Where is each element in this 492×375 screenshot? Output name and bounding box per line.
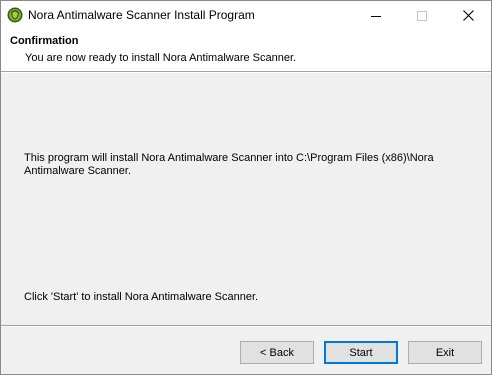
green-shield-icon xyxy=(7,7,23,23)
page-title: Confirmation xyxy=(10,35,79,47)
installer-window: Nora Antimalware Scanner Install Program… xyxy=(0,0,492,375)
minimize-button[interactable] xyxy=(353,1,399,30)
back-button[interactable]: < Back xyxy=(240,341,314,364)
footer-divider xyxy=(1,325,491,327)
header-divider xyxy=(1,71,491,73)
install-hint: Click 'Start' to install Nora Antimalwar… xyxy=(24,291,259,303)
page-header: Confirmation You are now ready to instal… xyxy=(1,30,491,71)
maximize-icon xyxy=(417,10,427,21)
close-icon xyxy=(462,10,474,21)
exit-button[interactable]: Exit xyxy=(408,341,482,364)
maximize-button[interactable] xyxy=(399,1,445,30)
close-button[interactable] xyxy=(445,1,491,30)
start-button[interactable]: Start xyxy=(324,341,398,364)
window-title: Nora Antimalware Scanner Install Program xyxy=(28,8,255,22)
install-description: This program will install Nora Antimalwa… xyxy=(24,152,434,177)
title-bar[interactable]: Nora Antimalware Scanner Install Program xyxy=(1,1,491,30)
page-subtitle: You are now ready to install Nora Antima… xyxy=(25,52,297,64)
minimize-icon xyxy=(371,11,381,21)
